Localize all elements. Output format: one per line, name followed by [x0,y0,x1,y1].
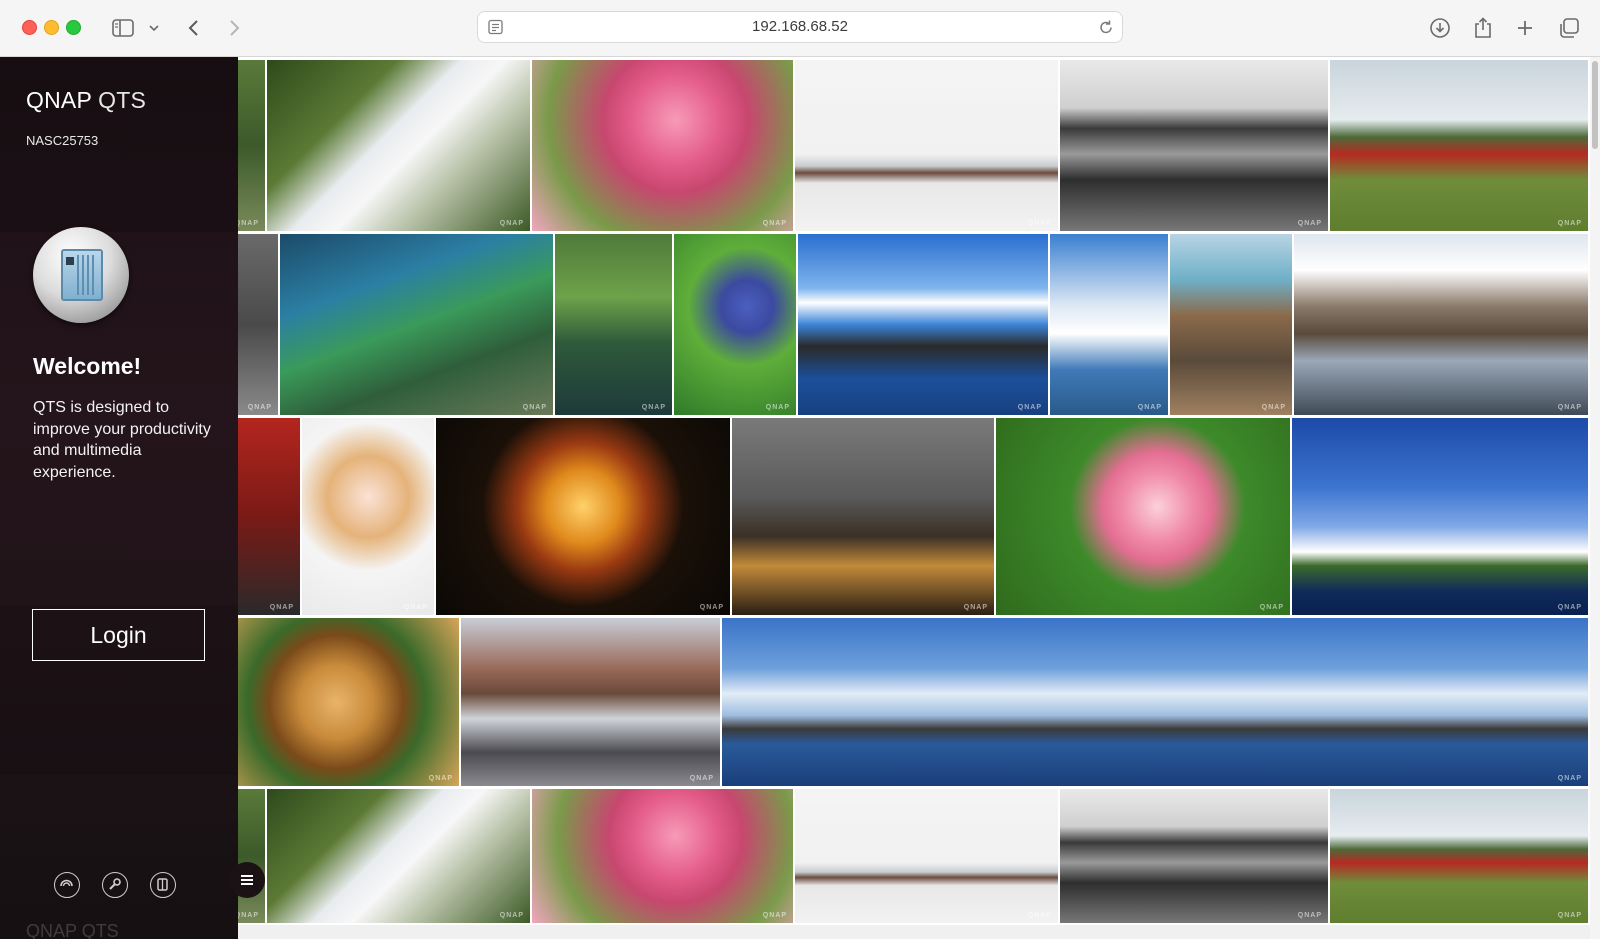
gallery-photo-red-tractor-repeat [1330,789,1588,923]
photo-wall [0,57,1590,939]
gallery-photo [236,60,265,231]
gallery-photo [236,789,265,923]
close-window-button[interactable] [22,20,37,35]
gallery-photo-water-villas [798,234,1048,415]
browser-toolbar: 192.168.68.52 [0,0,1600,57]
myqnapcloud-icon[interactable] [150,872,176,898]
gallery-photo-red-tractor [1330,60,1588,231]
minimize-window-button[interactable] [44,20,59,35]
vertical-scrollbar[interactable] [1590,57,1600,939]
zoom-window-button[interactable] [66,20,81,35]
gallery-photo-red-car [236,418,300,615]
gallery-photo-cyclamen [267,60,530,231]
download-icon[interactable] [1428,14,1452,42]
chevron-down-icon[interactable] [147,14,161,42]
scrollbar-thumb[interactable] [1592,61,1598,149]
gallery-photo-foggy-pier [795,60,1058,231]
helpdesk-icon[interactable] [102,872,128,898]
gallery-photo-rain-window [732,418,994,615]
gallery-photo-pink-rose [996,418,1290,615]
gallery-photo-boat-sky [1050,234,1168,415]
new-tab-icon[interactable] [1514,14,1536,42]
url-text[interactable]: 192.168.68.52 [478,12,1122,42]
brand-logo: QNAP QTS [26,87,146,114]
sidebar-icon[interactable] [110,14,136,42]
address-bar[interactable]: 192.168.68.52 [477,11,1123,43]
gallery-photo-rock-ridges [1170,234,1292,415]
share-icon[interactable] [1472,14,1494,42]
gallery-photo-agapanthus [674,234,796,415]
gallery-photo-carousel [436,418,730,615]
gallery-photo-cyclamen-repeat [267,789,530,923]
login-sidebar: QNAP QTS NASC25753 Welcome! QTS is desig… [0,57,238,939]
gallery-photo-heart-fish-weir [280,234,553,415]
gallery-photo-foggy-pier-repeat [795,789,1058,923]
gallery-photo-cherry-blossom [532,60,793,231]
sidebar-bottom-brand: QNAP QTS [26,921,119,939]
horizontal-scrollbar[interactable] [238,925,1590,939]
gallery-photo-canal-warehouses [1294,234,1588,415]
qts-login-page: QNAP QTS NASC25753 Welcome! QTS is desig… [0,57,1600,939]
brand-primary: QNAP [26,87,92,113]
gallery-photo-curry-dish [236,618,459,786]
gallery-photo-bw-seascape [1060,60,1328,231]
login-button[interactable]: Login [32,609,205,661]
gallery-photo-cherry-blossom-repeat [532,789,793,923]
reload-icon[interactable] [1098,18,1114,41]
gallery-photo [236,234,278,415]
footer-links [54,872,176,898]
forward-icon[interactable] [224,14,244,42]
welcome-description: QTS is designed to improve your producti… [33,399,211,481]
gallery-photo-forest-pond [555,234,672,415]
gallery-photo-brick-harbor [461,618,720,786]
brand-secondary: QTS [98,87,147,113]
back-icon[interactable] [184,14,204,42]
nas-hostname: NASC25753 [26,133,99,148]
qfinder-icon[interactable] [54,872,80,898]
gallery-photo-ice-cream [302,418,434,615]
nas-device-icon [33,227,129,323]
tab-overview-icon[interactable] [1557,14,1581,42]
gallery-photo-bw-seascape-repeat [1060,789,1328,923]
gallery-photo-cliff-sky [1292,418,1588,615]
welcome-heading: Welcome! [33,353,142,379]
hamburger-menu-icon[interactable] [229,862,265,898]
gallery-photo-panorama-coast [722,618,1588,786]
